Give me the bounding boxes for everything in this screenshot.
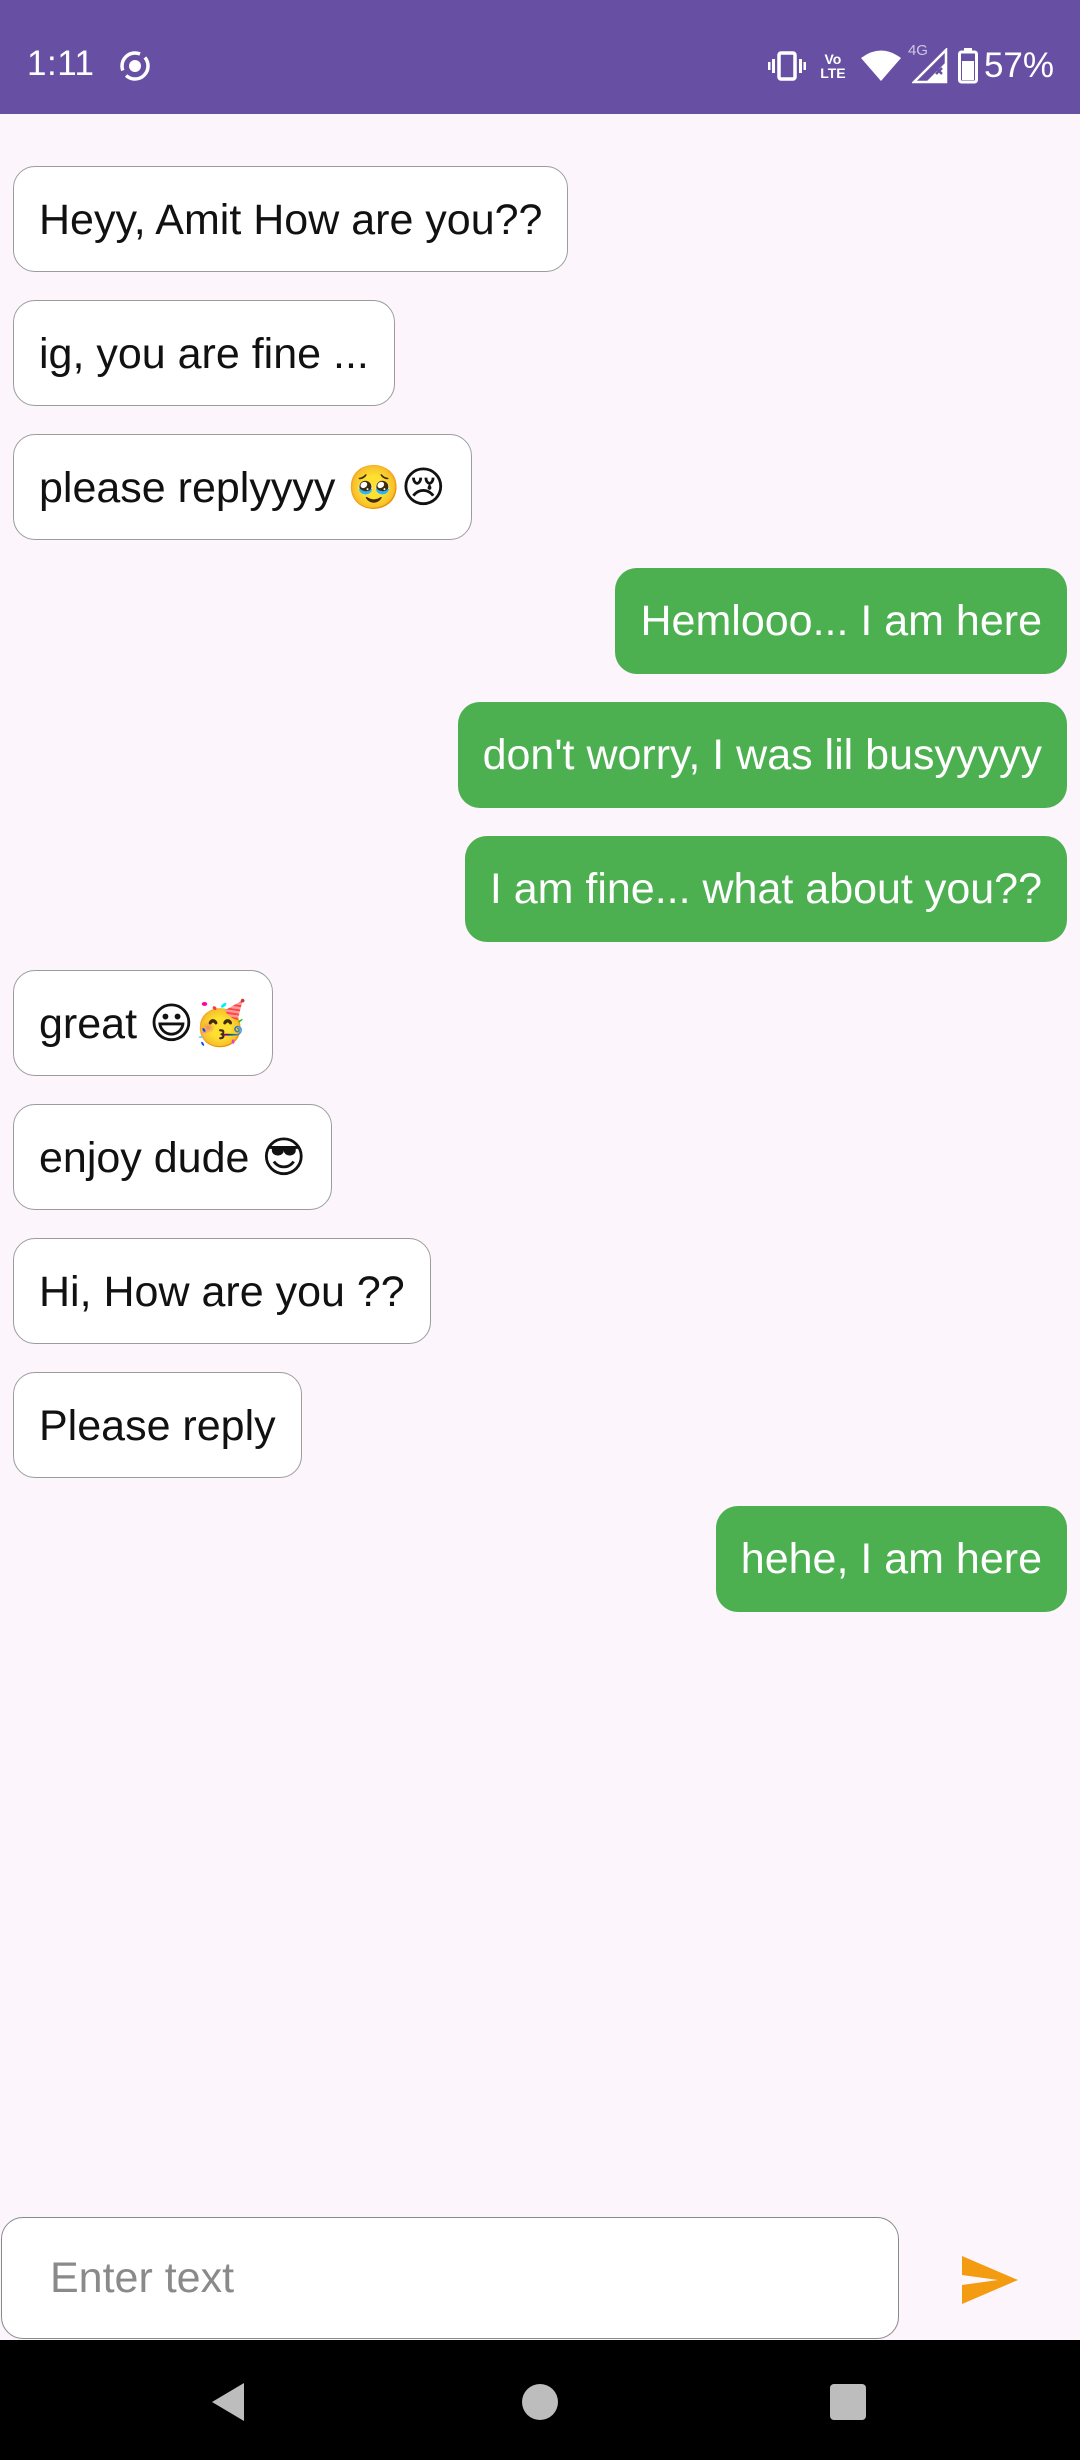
incoming-message[interactable]: Please reply: [13, 1372, 302, 1478]
vibrate-icon: [767, 49, 806, 83]
outgoing-message[interactable]: I am fine... what about you??: [464, 836, 1067, 942]
incoming-message[interactable]: please replyyyy 🥹😢: [13, 434, 472, 540]
home-circle-icon: [522, 2384, 558, 2420]
message-list[interactable]: Heyy, Amit How are you?? ig, you are fin…: [0, 114, 1080, 2214]
back-triangle-icon: [212, 2383, 244, 2421]
battery-icon: [957, 48, 978, 84]
outgoing-message[interactable]: Hemlooo... I am here: [615, 568, 1067, 674]
battery-percent: 57%: [983, 46, 1054, 85]
wifi-icon: [860, 49, 902, 83]
network-type-label: 4G: [907, 42, 928, 59]
incoming-message[interactable]: Hi, How are you ??: [13, 1238, 431, 1344]
incoming-message[interactable]: ig, you are fine ...: [13, 300, 395, 406]
signal-icon: 4G: [908, 42, 948, 84]
outgoing-message[interactable]: hehe, I am here: [715, 1506, 1067, 1612]
volte-top-text: Vo: [824, 51, 842, 67]
volte-bottom-text: LTE: [820, 65, 846, 81]
outgoing-message[interactable]: don't worry, I was lil busyyyyy: [457, 702, 1067, 808]
home-button[interactable]: [510, 2374, 570, 2430]
status-time: 1:11: [27, 44, 95, 83]
navigation-bar: [0, 2340, 1080, 2460]
back-button[interactable]: [198, 2374, 258, 2430]
incoming-message[interactable]: great 😃🥳: [13, 970, 274, 1076]
screen-record-icon: [120, 51, 150, 81]
message-input[interactable]: [1, 2217, 899, 2339]
send-button[interactable]: [950, 2240, 1030, 2320]
incoming-message[interactable]: Heyy, Amit How are you??: [13, 166, 569, 272]
status-bar: 1:11 Vo LTE 4G 57%: [0, 0, 1080, 114]
volte-icon: Vo LTE: [816, 52, 850, 80]
status-icons: Vo LTE 4G 57%: [758, 42, 1054, 88]
incoming-message[interactable]: enjoy dude 😎: [13, 1104, 333, 1210]
recents-square-icon: [830, 2384, 866, 2420]
recents-button[interactable]: [818, 2374, 878, 2430]
send-icon: [962, 2256, 1018, 2304]
